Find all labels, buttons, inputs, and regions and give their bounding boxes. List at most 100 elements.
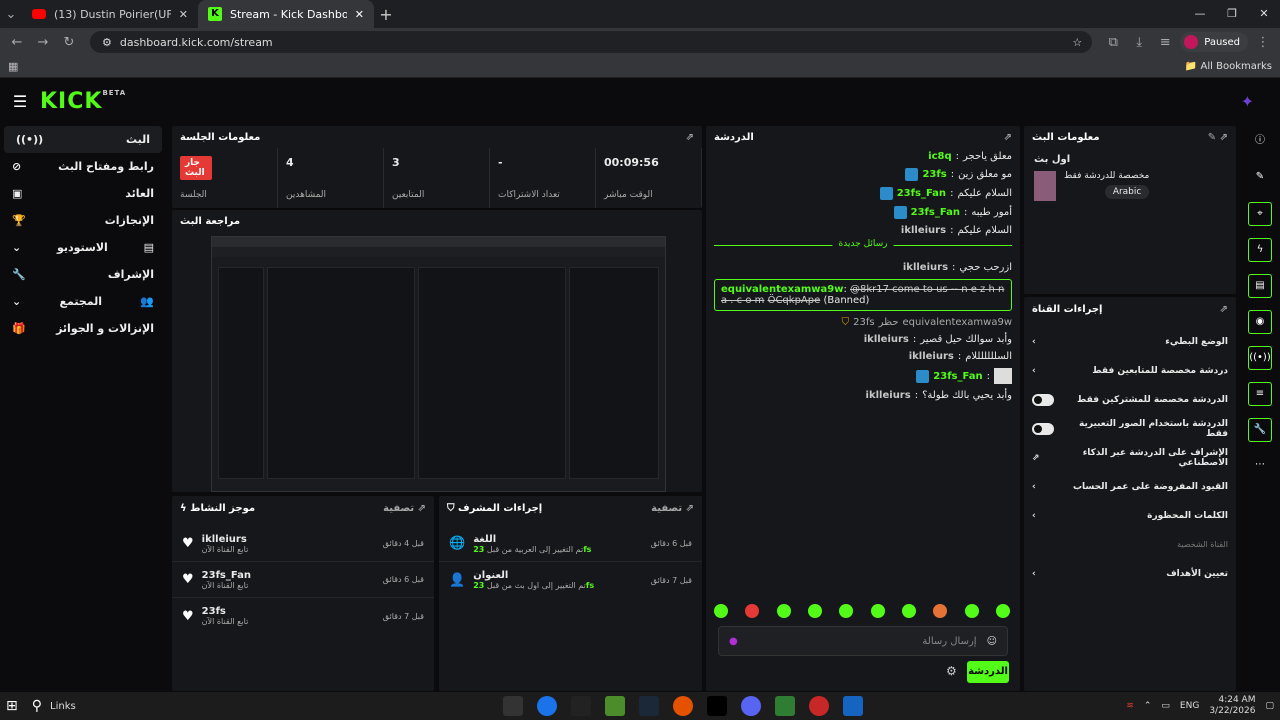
chat-username[interactable]: 23fs_Fan <box>897 188 946 199</box>
edit-popout-icons[interactable]: ✎ ⇗ <box>1208 132 1228 143</box>
emoji-icon[interactable]: ☺ <box>987 636 997 647</box>
discord-icon[interactable] <box>740 696 761 716</box>
chat-username[interactable]: 23fs <box>922 169 946 180</box>
chat-username[interactable]: iklleiurs <box>901 225 946 236</box>
close-window-button[interactable]: ✕ <box>1248 0 1280 28</box>
maximize-button[interactable]: ❐ <box>1216 0 1248 28</box>
extensions-icon[interactable]: ⧉ <box>1102 35 1124 50</box>
action-ai-moderation[interactable]: الإشراف على الدردشة عبر الذكاء الاصطناعي… <box>1024 443 1236 472</box>
chat-username[interactable]: iklleiurs <box>866 390 911 401</box>
steam-icon[interactable] <box>638 696 659 716</box>
share-icon[interactable]: ⋯ <box>1248 454 1272 478</box>
sidebar-item-drops[interactable]: 🎁 الإنزالات و الجوائز <box>0 315 166 342</box>
language-indicator[interactable]: ENG <box>1180 701 1199 711</box>
wrench-icon[interactable]: 🔧 <box>1248 418 1272 442</box>
sidebar-item-stream[interactable]: ((•)) البث <box>4 126 162 153</box>
chat-username[interactable]: ic8q <box>928 151 951 162</box>
tab-youtube[interactable]: (13) Dustin Poirier(UFC champi ✕ <box>22 0 198 28</box>
app-icon[interactable] <box>808 696 829 716</box>
stream-preview-video[interactable] <box>211 236 666 492</box>
activity-name[interactable]: iklleiurs <box>202 534 249 545</box>
chat-bubble-icon[interactable]: ◉ <box>1248 310 1272 334</box>
popout-icon[interactable]: ⇗ <box>686 132 694 143</box>
site-info-icon[interactable]: ⚙ <box>102 36 112 49</box>
chat-username[interactable]: equivalentexamwa9w <box>721 284 843 295</box>
taskbar-search-label[interactable]: Links <box>50 701 76 712</box>
emote-icon[interactable] <box>870 604 885 618</box>
chat-input[interactable]: ● إرسال رسالة ☺ <box>718 626 1008 656</box>
popout-icon[interactable]: ⇗ <box>1004 132 1012 143</box>
app-icon[interactable] <box>570 696 591 716</box>
chat-username[interactable]: 23fs_Fan <box>911 207 960 218</box>
lightning-icon[interactable]: ϟ <box>1248 238 1272 262</box>
chat-username[interactable]: iklleiurs <box>864 334 909 345</box>
sidebar-item-achievements[interactable]: 🏆 الإنجازات <box>0 207 166 234</box>
app-icon[interactable] <box>672 696 693 716</box>
broadcast-icon[interactable]: ((•)) <box>1248 346 1272 370</box>
minimize-button[interactable]: — <box>1184 0 1216 28</box>
back-icon[interactable]: ← <box>6 35 28 50</box>
network-icon[interactable]: ▭ <box>1161 701 1170 711</box>
apps-icon[interactable]: ▦ <box>8 60 18 73</box>
forward-icon[interactable]: → <box>32 35 54 50</box>
banned-message[interactable]: equivalentexamwa9w: @8kr17 come to us --… <box>714 279 1012 311</box>
clock[interactable]: 4:24 AM 3/22/2026 <box>1209 695 1255 717</box>
epic-games-icon[interactable] <box>502 696 523 716</box>
filter-button[interactable]: تصفية ⇗ <box>651 503 694 514</box>
emote-icon[interactable] <box>807 604 822 618</box>
profile-button[interactable]: Paused <box>1180 32 1248 52</box>
info-icon[interactable]: ⓘ <box>1248 130 1272 154</box>
search-icon[interactable]: ⚲ <box>32 698 42 714</box>
emote-icon[interactable] <box>901 604 916 618</box>
action-followers-only[interactable]: دردشة مخصصة للمتابعين فقط › <box>1024 356 1236 385</box>
action-banned-words[interactable]: الكلمات المحظورة › <box>1024 501 1236 530</box>
tab-search-icon[interactable]: ⌄ <box>0 7 22 22</box>
activity-name[interactable]: 23fs <box>202 606 249 617</box>
subscribers-only-toggle[interactable] <box>1032 393 1054 406</box>
start-icon[interactable]: ⊞ <box>6 698 18 714</box>
mic-icon[interactable]: ● <box>729 636 738 647</box>
chrome-icon[interactable] <box>536 696 557 716</box>
popout-icon[interactable]: ⇗ <box>1220 304 1228 315</box>
close-tab-icon[interactable]: ✕ <box>355 8 364 21</box>
chat-username[interactable]: iklleiurs <box>903 262 948 273</box>
edit-icon[interactable]: ✎ <box>1248 166 1272 190</box>
activity-name[interactable]: 23fs_Fan <box>202 570 251 581</box>
notification-icon[interactable]: ▢ <box>1265 701 1274 711</box>
chat-username[interactable]: iklleiurs <box>909 351 954 362</box>
clip-icon[interactable]: ⌖ <box>1248 202 1272 226</box>
minecraft-icon[interactable] <box>604 696 625 716</box>
app-icon[interactable] <box>774 696 795 716</box>
hamburger-menu-icon[interactable]: ☰ <box>0 92 40 111</box>
filter-button[interactable]: تصفية ⇗ <box>383 503 426 514</box>
menu-icon[interactable]: ⋮ <box>1252 35 1274 50</box>
media-icon[interactable]: ≡ <box>1154 35 1176 50</box>
chat-username[interactable]: 23fs_Fan <box>933 371 982 382</box>
emote-icon[interactable] <box>776 604 791 618</box>
sidebar-item-revenue[interactable]: ▣ العائد <box>0 180 166 207</box>
document-icon[interactable]: ▤ <box>1248 274 1272 298</box>
capcut-icon[interactable] <box>706 696 727 716</box>
sidebar-item-community[interactable]: ⌄ المجتمع 👥 <box>0 288 166 315</box>
kick-logo[interactable]: KICKBETA <box>40 89 126 114</box>
chevron-up-icon[interactable]: ⌃ <box>1144 701 1152 711</box>
close-tab-icon[interactable]: ✕ <box>179 8 188 21</box>
send-chat-button[interactable]: الدردشة <box>967 661 1009 683</box>
bookmark-star-icon[interactable]: ☆ <box>1072 36 1082 49</box>
emote-icon[interactable] <box>839 604 854 618</box>
user-avatar-icon[interactable]: ✦ <box>1241 92 1254 111</box>
emote-icon[interactable] <box>933 604 948 618</box>
tab-kick-dashboard[interactable]: K Stream - Kick Dashboard ✕ <box>198 0 374 28</box>
all-bookmarks-button[interactable]: 📁 All Bookmarks <box>1185 61 1272 72</box>
reload-icon[interactable]: ↻ <box>58 35 80 50</box>
sidebar-item-studio[interactable]: ⌄ الاستوديو ▤ <box>0 234 166 261</box>
stack-icon[interactable]: ≡ <box>1248 382 1272 406</box>
action-set-goals[interactable]: تعيين الأهداف › <box>1024 559 1236 588</box>
emotes-only-toggle[interactable] <box>1032 422 1054 435</box>
app-icon[interactable] <box>842 696 863 716</box>
sidebar-item-stream-key[interactable]: ⊘ رابط ومفتاح البث <box>0 153 166 180</box>
emote-icon[interactable] <box>745 604 760 618</box>
action-slow-mode[interactable]: الوضع البطيء › <box>1024 327 1236 356</box>
emote-icon[interactable] <box>964 604 979 618</box>
action-account-age[interactable]: القيود المفروضة على عمر الحساب › <box>1024 472 1236 501</box>
